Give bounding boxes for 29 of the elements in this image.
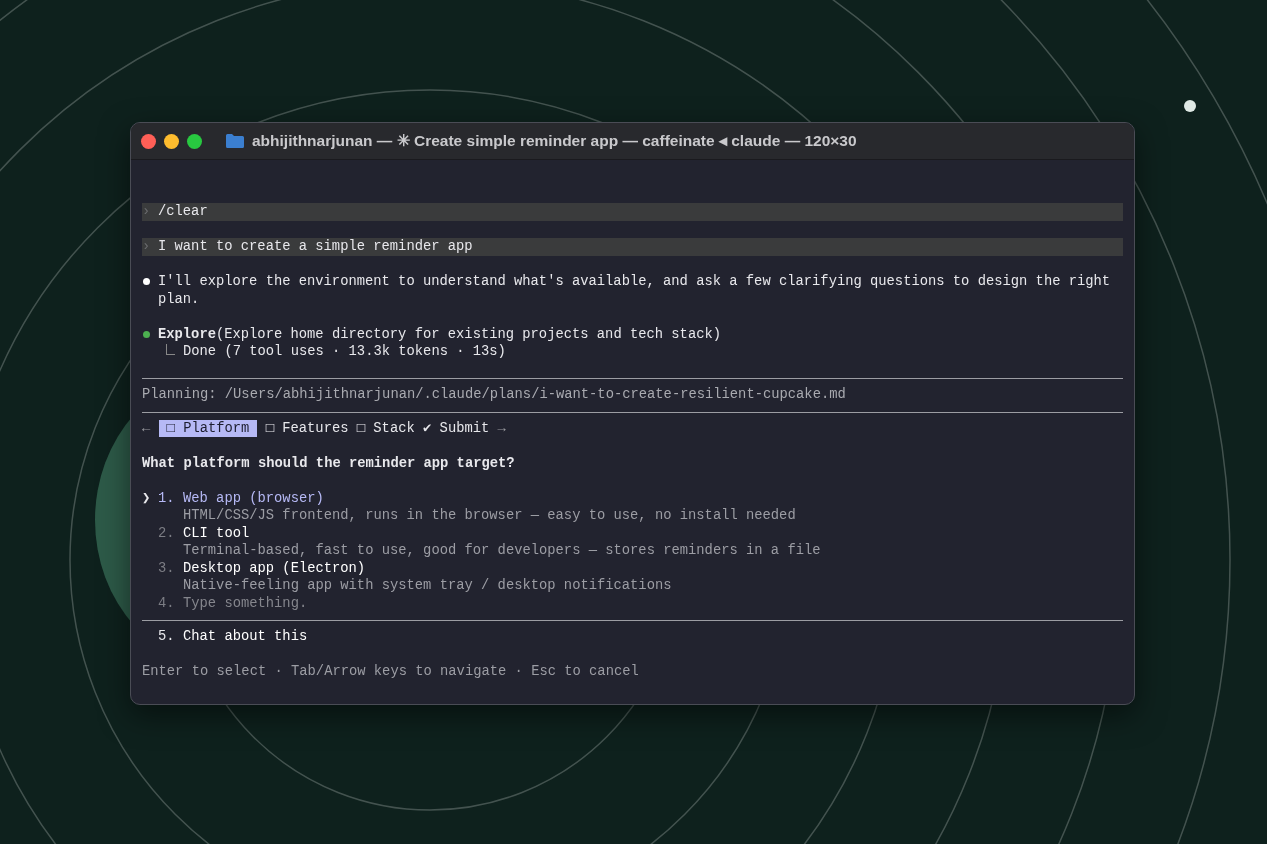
minimize-button[interactable]: [164, 133, 179, 149]
key-hint: Enter to select · Tab/Arrow keys to navigate · Esc to cancel: [142, 663, 640, 681]
option-label[interactable]: CLI tool: [183, 524, 250, 542]
tool-call: Explore(Explore home directory for existing projects and tech stack): [158, 325, 722, 343]
option-number: 4.: [158, 594, 176, 612]
pointer: ❯: [142, 490, 151, 506]
option-label[interactable]: Desktop app (Electron): [183, 559, 366, 577]
plan-path: Planning: /Users/abhijithnarjunan/.claude/plans/i-want-to-create-resilient-cupcake.md: [142, 386, 847, 404]
tree-connector-icon: [166, 344, 175, 355]
next-tab-arrow[interactable]: →: [497, 419, 506, 437]
assistant-message: I'll explore the environment to understand what's available, and ask a few clarifying questions to design the right plan.: [158, 273, 1112, 308]
tool-result: Done (7 tool uses · 13.3k tokens · 13s): [183, 343, 506, 361]
option-number: 3.: [158, 559, 176, 577]
option-number: 1.: [158, 489, 176, 507]
folder-icon: [226, 134, 244, 148]
option-number: 2.: [158, 524, 176, 542]
input-field[interactable]: Type something.: [183, 594, 308, 612]
question: What platform should the reminder app target?: [142, 454, 516, 472]
option-description: Terminal-based, fast to use, good for developers — stores reminders in a file: [182, 542, 822, 560]
close-button[interactable]: [141, 133, 156, 149]
tab[interactable]: □ Platform: [158, 419, 258, 437]
option-label[interactable]: Chat about this: [183, 628, 308, 646]
option-description: HTML/CSS/JS frontend, runs in the browser — easy to use, no install needed: [182, 507, 797, 525]
zoom-button[interactable]: [187, 133, 202, 149]
window-title: abhijithnarjunan — ✳ Create simple reminder app — caffeinate ◂ claude — 120×30: [252, 132, 857, 150]
option-description: Native-feeling app with system tray / desktop notifications: [182, 577, 673, 595]
previous-tab-arrow[interactable]: ←: [142, 419, 151, 437]
option-label[interactable]: Web app (browser): [183, 489, 324, 507]
option-number: 5.: [158, 628, 176, 646]
